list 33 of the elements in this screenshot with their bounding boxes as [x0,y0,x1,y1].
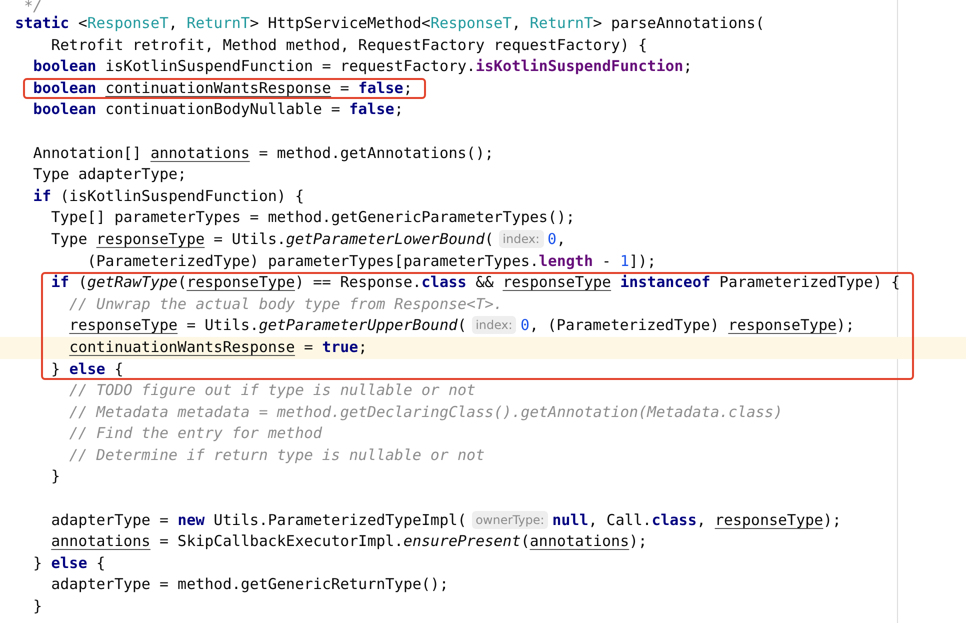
code-fragment: Type responseType = Utils.getParameterLowerBound( [51,230,494,248]
code-line: Type[] parameterTypes = method.getGenericParameterTypes(); [51,208,575,226]
code-line: continuationWantsResponse = true; [69,338,368,356]
parameter-hint: index: [498,230,544,248]
code-line: if (isKotlinSuspendFunction) { [33,186,304,205]
code-line: boolean continuationBodyNullable = false; [33,100,404,118]
code-line: if (getRawType(responseType) == Response.class && responseType instanceof ParameterizedType) { [51,273,900,292]
code-fragment: 0, [548,230,566,248]
code-line: } else { [51,360,124,378]
code-line: */ [24,0,42,15]
code-line: static <ResponseT, ReturnT> HttpServiceMethod<ResponseT, ReturnT> parseAnnotations( [15,14,765,32]
code-line: boolean isKotlinSuspendFunction = requestFactory.isKotlinSuspendFunction; [33,57,692,76]
code-line: // Determine if return type is nullable or not [69,446,485,464]
code-fragment: null, Call.class, responseType); [552,510,842,529]
code-line: Type adapterType; [33,165,187,184]
code-fragment: adapterType = new Utils.ParameterizedTypeImpl( [51,510,467,529]
parameter-hint: ownerType: [472,510,548,529]
code-line: annotations = SkipCallbackExecutorImpl.ensurePresent(annotations); [51,532,648,550]
code-line: Annotation[] annotations = method.getAnnotations(); [33,144,494,162]
parameter-hint: index: [472,316,516,334]
code-line: adapterType = method.getGenericReturnType(); [51,575,448,594]
code-line: } [33,597,42,616]
code-fragment: responseType = Utils.getParameterUpperBound( [69,316,467,334]
code-line: // Find the entry for method [69,424,322,442]
code-line: // Metadata metadata = method.getDeclaringClass().getAnnotation(Metadata.class) [69,402,783,421]
code-line: } [51,467,60,486]
code-line: Retrofit retrofit, Method method, RequestFactory requestFactory) { [51,36,648,54]
code-line: (ParameterizedType) parameterTypes[parameterTypes.length - 1]); [87,252,656,270]
code-line: // TODO figure out if type is nullable or not [69,381,476,400]
code-line: } else { [33,554,106,572]
code-line: boolean continuationWantsResponse = false; [33,78,412,97]
code-line: // Unwrap the actual body type from Response<T>. [69,294,503,313]
code-fragment: 0, (ParameterizedType) responseType); [520,316,855,334]
